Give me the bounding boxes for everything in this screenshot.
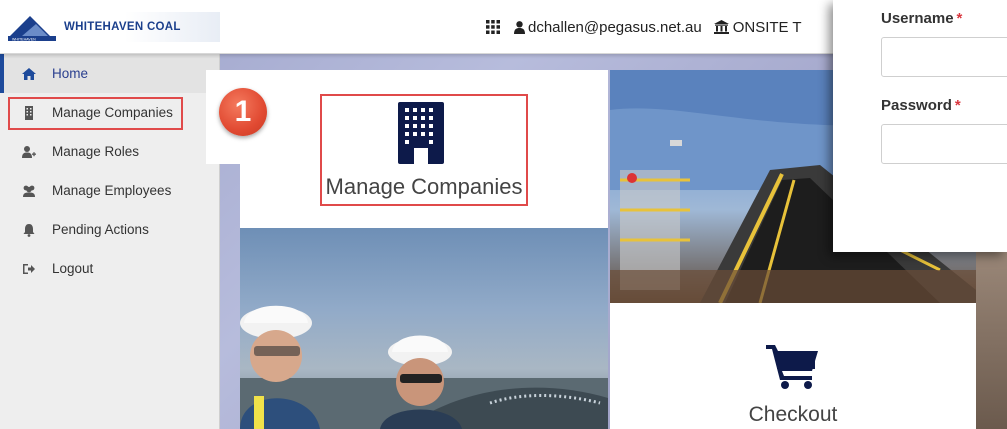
- user-plus-icon: [22, 145, 36, 159]
- bank-icon: [713, 20, 729, 34]
- header-user-area: dchallen@pegasus.net.au ONSITE T: [486, 16, 802, 38]
- step-badge-panel: 1: [206, 70, 286, 164]
- sidebar-item-label: Manage Employees: [52, 183, 172, 198]
- sidebar-item-label: Manage Companies: [52, 105, 173, 120]
- checkout-tile-label: Checkout: [748, 403, 838, 426]
- required-marker: *: [956, 10, 963, 27]
- logout-icon: [22, 262, 36, 276]
- password-label-text: Password: [881, 97, 952, 114]
- sidebar-item-label: Home: [52, 66, 89, 81]
- sidebar-item-pending-actions[interactable]: Pending Actions: [0, 210, 219, 249]
- bell-icon: [22, 223, 36, 237]
- workers-photo: [240, 228, 608, 429]
- user-email[interactable]: dchallen@pegasus.net.au: [528, 19, 702, 36]
- sidebar-item-label: Manage Roles: [52, 144, 140, 159]
- password-label: Password *: [881, 97, 961, 114]
- sidebar-item-manage-roles[interactable]: Manage Roles: [0, 132, 219, 171]
- sidebar-item-logout[interactable]: Logout: [0, 249, 219, 288]
- logo-text: WHITEHAVEN COAL: [64, 21, 181, 33]
- required-marker: *: [954, 97, 961, 114]
- logo-sub-text: WHITEHAVEN: [12, 38, 36, 42]
- sidebar-item-home[interactable]: Home: [0, 54, 219, 93]
- logo-mountain-icon: WHITEHAVEN: [8, 16, 56, 42]
- password-input[interactable]: [881, 124, 1007, 164]
- user-icon: [514, 20, 525, 34]
- building-icon: [398, 102, 444, 164]
- cart-icon: [766, 345, 818, 389]
- sidebar: Home Manage Companies Manage Roles Manag…: [0, 54, 220, 429]
- sidebar-item-label: Logout: [52, 261, 94, 276]
- site-selector[interactable]: ONSITE T: [733, 19, 802, 36]
- username-label-text: Username: [881, 10, 954, 27]
- users-icon: [22, 184, 36, 198]
- checkout-tile[interactable]: Checkout: [610, 303, 976, 429]
- workers-photo-illustration: [240, 305, 608, 429]
- sidebar-item-manage-companies[interactable]: Manage Companies: [0, 93, 219, 132]
- sidebar-item-manage-employees[interactable]: Manage Employees: [0, 171, 219, 210]
- home-icon: [22, 67, 36, 81]
- sidebar-item-label: Pending Actions: [52, 222, 149, 237]
- username-label: Username *: [881, 10, 962, 27]
- manage-companies-tile-label: Manage Companies: [325, 174, 523, 199]
- whitehaven-logo[interactable]: WHITEHAVEN WHITEHAVEN COAL: [8, 12, 220, 42]
- background-photo-edge: [976, 252, 1007, 429]
- top-header: WHITEHAVEN WHITEHAVEN COAL dchallen@pega…: [0, 0, 890, 54]
- username-input[interactable]: [881, 37, 1007, 77]
- grid-icon[interactable]: [486, 20, 500, 34]
- building-icon: [22, 105, 36, 120]
- step-number-badge: 1: [219, 88, 267, 136]
- login-form-panel: Username * Password *: [833, 0, 1007, 252]
- manage-companies-tile[interactable]: Manage Companies: [240, 70, 608, 228]
